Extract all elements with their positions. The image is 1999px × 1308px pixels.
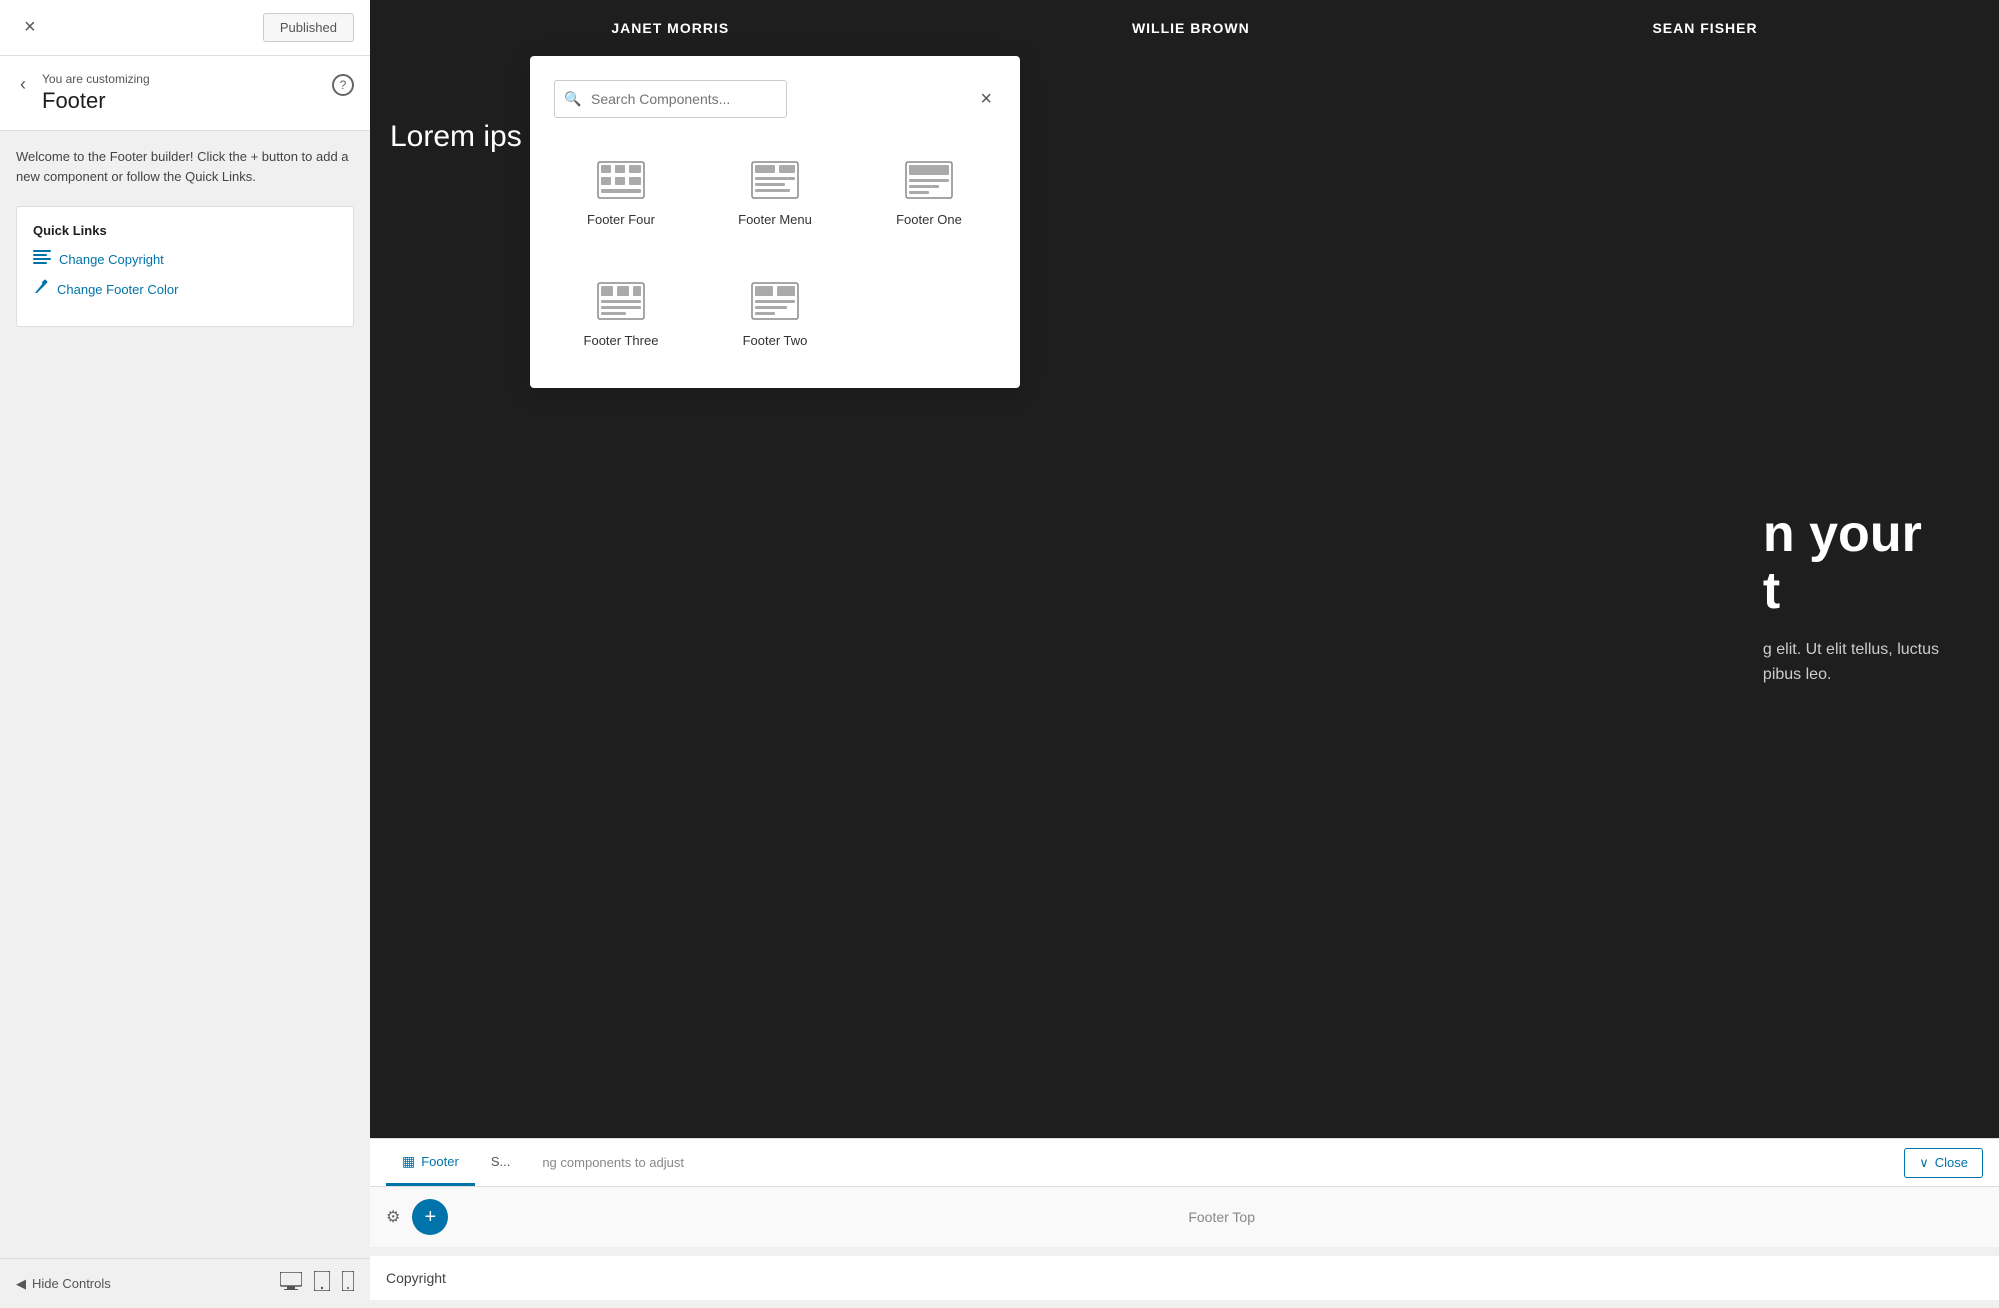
hide-controls-label: Hide Controls (32, 1276, 111, 1291)
change-footer-color-label: Change Footer Color (57, 282, 178, 297)
component-footer-two[interactable]: Footer Two (708, 263, 842, 364)
sidebar-header: ‹ You are customizing Footer ? (0, 56, 370, 131)
quick-links-title: Quick Links (33, 223, 337, 238)
hide-controls-button[interactable]: ◀ Hide Controls (16, 1276, 111, 1292)
desktop-icon[interactable] (280, 1271, 302, 1296)
component-footer-one[interactable]: Footer One (862, 142, 996, 243)
footer-one-label: Footer One (896, 212, 962, 227)
sidebar-footer: ◀ Hide Controls (0, 1258, 370, 1308)
footer-four-label: Footer Four (587, 212, 655, 227)
customizing-label: You are customizing (42, 72, 320, 86)
welcome-text: Welcome to the Footer builder! Click the… (16, 147, 354, 186)
sidebar-top-bar: × Published (0, 0, 370, 56)
component-footer-three[interactable]: Footer Three (554, 263, 688, 364)
footer-one-icon (903, 158, 955, 202)
mobile-icon[interactable] (342, 1271, 354, 1296)
published-button[interactable]: Published (263, 13, 354, 42)
footer-three-label: Footer Three (584, 333, 659, 348)
quick-link-footer-color[interactable]: Change Footer Color (33, 279, 337, 300)
sidebar-body: Welcome to the Footer builder! Click the… (0, 131, 370, 1258)
component-footer-menu[interactable]: Footer Menu (708, 142, 842, 243)
hide-controls-arrow: ◀ (16, 1276, 26, 1292)
footer-menu-label: Footer Menu (738, 212, 812, 227)
help-icon[interactable]: ? (332, 74, 354, 96)
device-icons (280, 1271, 354, 1296)
components-modal: 🔍 × (530, 56, 1020, 388)
back-button[interactable]: ‹ (16, 74, 30, 95)
search-wrap: 🔍 (554, 80, 966, 118)
tablet-icon[interactable] (314, 1271, 330, 1296)
modal-close-button[interactable]: × (976, 84, 996, 115)
change-copyright-label: Change Copyright (59, 252, 164, 267)
footer-three-icon (595, 279, 647, 323)
footer-two-icon (749, 279, 801, 323)
sidebar-header-content: You are customizing Footer (42, 72, 320, 114)
footer-four-icon (595, 158, 647, 202)
close-button[interactable]: × (16, 12, 44, 43)
quick-link-copyright[interactable]: Change Copyright (33, 250, 337, 269)
sidebar: × Published ‹ You are customizing Footer… (0, 0, 370, 1308)
copyright-icon (33, 250, 51, 269)
quick-links-box: Quick Links Change Copyright (16, 206, 354, 327)
component-footer-four[interactable]: Footer Four (554, 142, 688, 243)
customizing-title: Footer (42, 88, 320, 114)
modal-overlay: 🔍 × (370, 0, 1999, 1308)
search-components-input[interactable] (554, 80, 787, 118)
modal-search-row: 🔍 × (554, 80, 996, 118)
components-grid: Footer Four Footer Menu (554, 142, 996, 364)
footer-two-label: Footer Two (743, 333, 808, 348)
brush-icon (33, 279, 49, 300)
search-icon: 🔍 (564, 91, 581, 108)
main-preview: JANET MORRIS WILLIE BROWN SEAN FISHER Lo… (370, 0, 1999, 1308)
footer-menu-icon (749, 158, 801, 202)
